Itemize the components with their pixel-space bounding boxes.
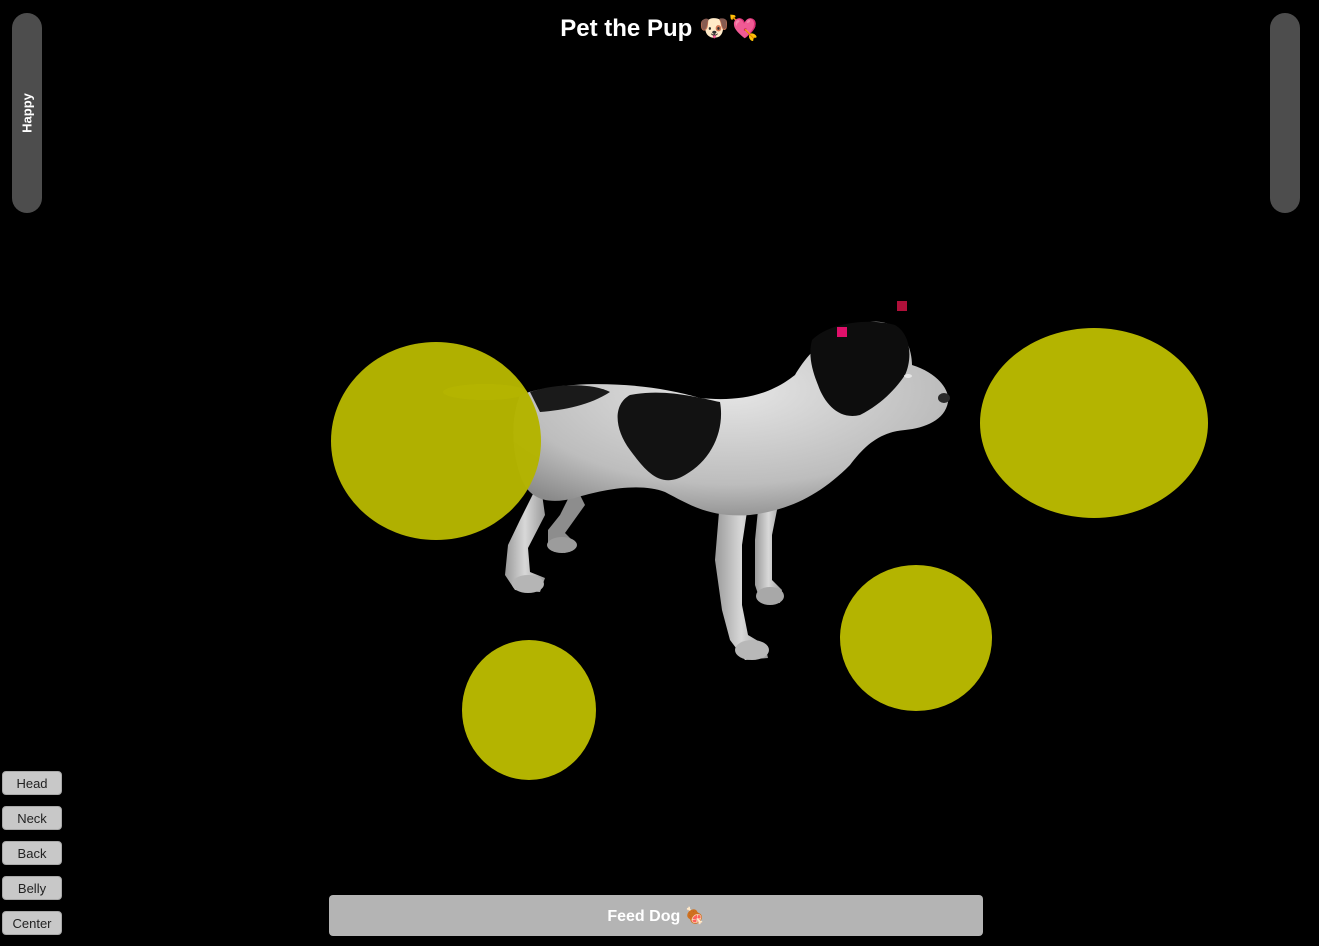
center-button[interactable]: Center xyxy=(2,911,62,935)
petting-target-head[interactable] xyxy=(980,328,1208,518)
dog-scene[interactable] xyxy=(0,0,1319,946)
dog-nose xyxy=(938,393,950,403)
body-part-buttons: Head Neck Back Belly Center xyxy=(2,771,62,935)
hand-marker xyxy=(837,327,847,337)
dog-eye xyxy=(904,374,912,378)
petting-target-neck[interactable] xyxy=(840,565,992,711)
game-stage[interactable]: Pet the Pup 🐶💘 Happy Head Neck Back Bell… xyxy=(0,0,1319,946)
target-marker xyxy=(897,301,907,311)
dog-front-legs[interactable] xyxy=(715,490,784,660)
neck-button[interactable]: Neck xyxy=(2,806,62,830)
feed-dog-button[interactable]: Feed Dog 🍖 xyxy=(329,895,983,936)
petting-target-belly[interactable] xyxy=(462,640,596,780)
head-button[interactable]: Head xyxy=(2,771,62,795)
belly-button[interactable]: Belly xyxy=(2,876,62,900)
back-button[interactable]: Back xyxy=(2,841,62,865)
petting-target-back[interactable] xyxy=(331,342,541,540)
